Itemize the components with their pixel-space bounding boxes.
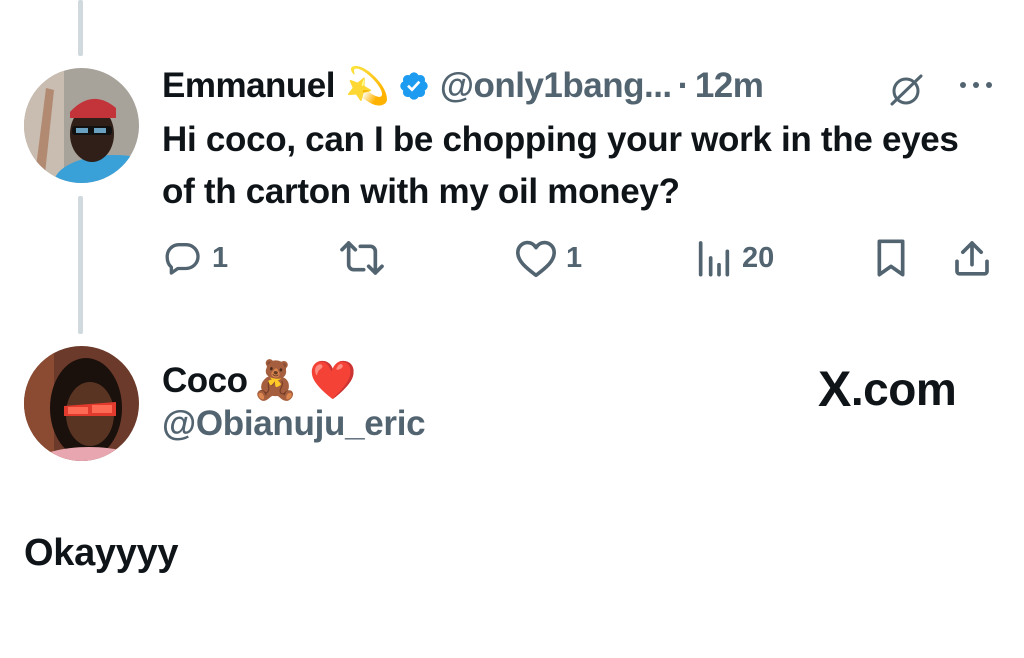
thread-line-top bbox=[78, 0, 83, 56]
reply-count: 1 bbox=[212, 241, 229, 274]
tweet-header: Emmanuel 💫 @only1bang... · 12m bbox=[162, 62, 764, 110]
reply-text: Okayyyy bbox=[24, 532, 179, 574]
share-action[interactable] bbox=[952, 238, 992, 278]
like-action[interactable]: 1 bbox=[514, 238, 582, 278]
reply-action[interactable]: 1 bbox=[162, 238, 228, 278]
author-name[interactable]: Emmanuel bbox=[162, 66, 336, 106]
retweet-action[interactable] bbox=[338, 238, 386, 278]
retweet-icon bbox=[340, 241, 384, 275]
reply-header: Coco 🧸 ❤️ bbox=[162, 356, 357, 406]
reply-author-name[interactable]: Coco bbox=[162, 361, 248, 401]
more-icon[interactable] bbox=[956, 70, 996, 100]
views-action[interactable]: 20 bbox=[694, 238, 774, 278]
verified-badge-icon bbox=[398, 70, 430, 102]
reply-icon bbox=[165, 243, 200, 275]
separator-dot: · bbox=[677, 66, 690, 105]
reply-author-emojis: 🧸 ❤️ bbox=[251, 360, 357, 402]
tweet-time[interactable]: 12m bbox=[695, 66, 764, 106]
bookmark-icon bbox=[877, 239, 905, 277]
views-count: 20 bbox=[742, 241, 775, 274]
like-count: 1 bbox=[566, 241, 583, 274]
tweet-text: Hi coco, can I be chopping your work in … bbox=[162, 120, 959, 211]
x-com-watermark: X .com bbox=[818, 361, 957, 417]
avatar-emmanuel-image bbox=[24, 68, 139, 183]
author-handle[interactable]: @only1bang... bbox=[440, 66, 672, 106]
x-logo-icon: X bbox=[818, 361, 851, 417]
reply-author-handle[interactable]: @Obianuju_eric bbox=[162, 404, 426, 444]
avatar-coco-image bbox=[24, 346, 139, 461]
grok-icon[interactable] bbox=[886, 70, 926, 110]
avatar-coco[interactable] bbox=[24, 346, 139, 461]
views-icon bbox=[698, 241, 730, 277]
share-icon bbox=[955, 241, 989, 276]
brand-domain: .com bbox=[850, 363, 957, 415]
bookmark-action[interactable] bbox=[872, 238, 910, 278]
avatar-emmanuel[interactable] bbox=[24, 68, 139, 183]
like-icon bbox=[515, 240, 556, 278]
thread-line bbox=[78, 196, 83, 334]
author-emoji: 💫 bbox=[345, 65, 390, 106]
